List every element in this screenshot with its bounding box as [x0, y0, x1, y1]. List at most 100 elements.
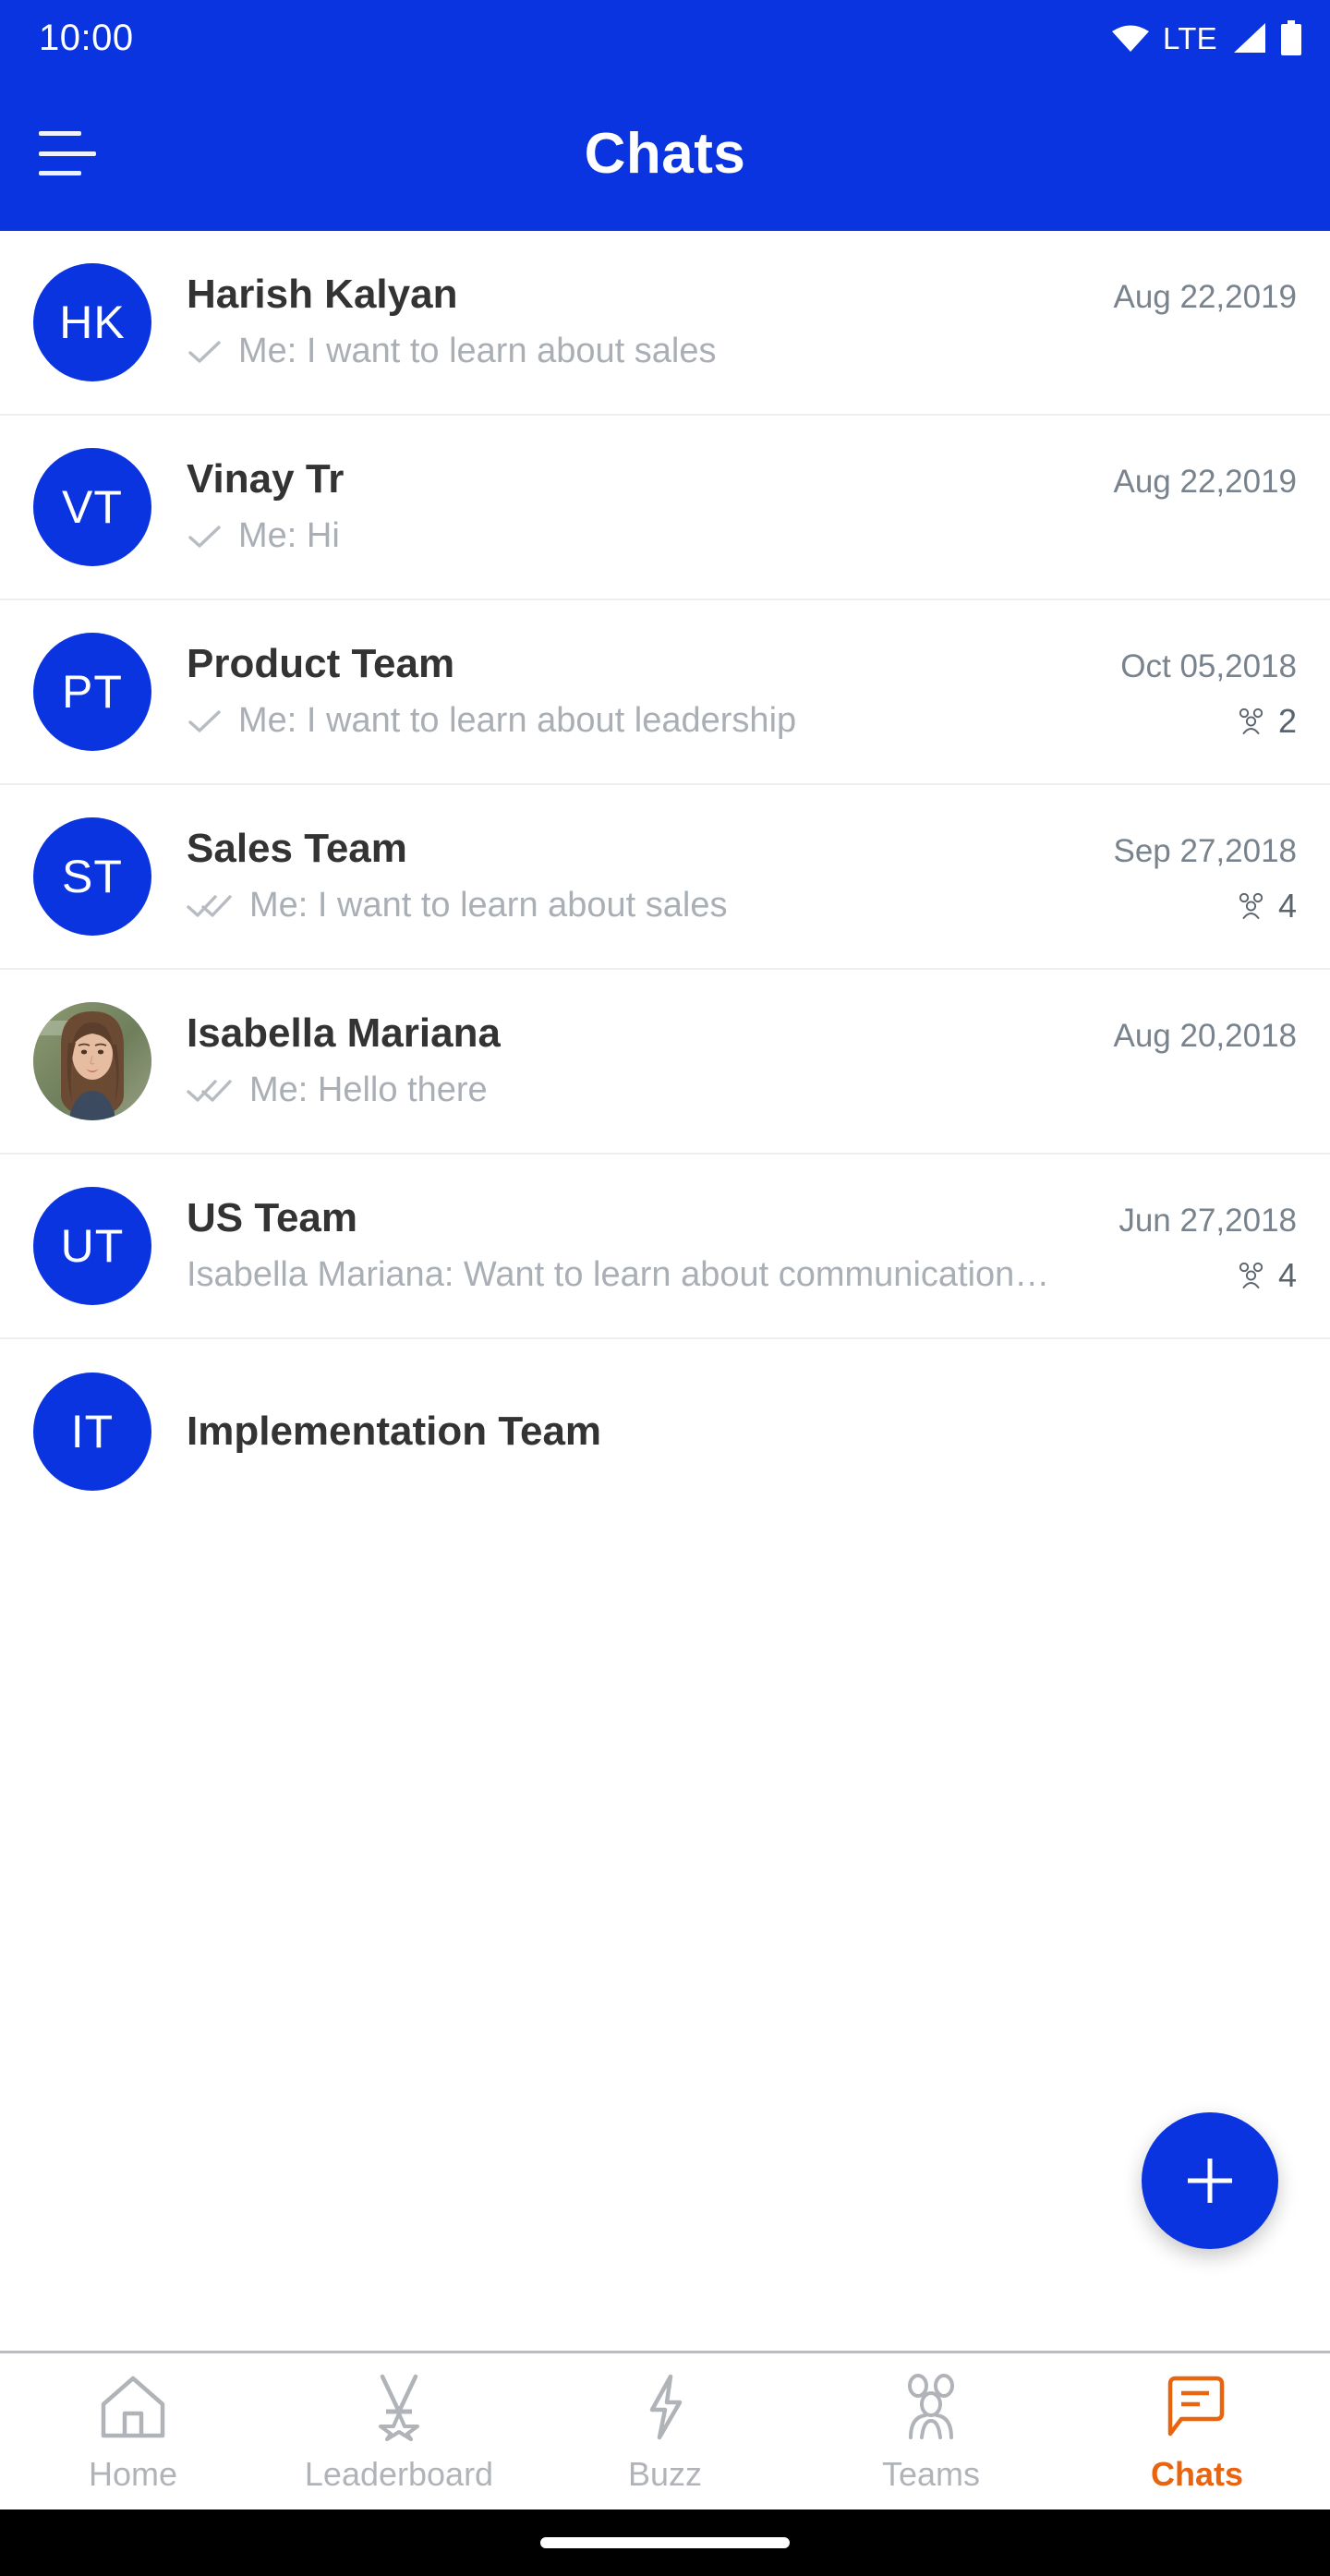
- chat-date: Aug 22,2019: [1113, 464, 1297, 500]
- home-icon: [96, 2373, 170, 2441]
- chat-list-item[interactable]: VT Vinay Tr Aug 22,2019 Me: Hi: [0, 416, 1330, 600]
- medal-icon: [362, 2373, 436, 2441]
- chat-row-bottom: Isabella Mariana: Want to learn about co…: [187, 1256, 1297, 1295]
- chat-bubble-icon: [1161, 2373, 1233, 2441]
- avatar-initials: IT: [70, 1406, 115, 1457]
- nav-label: Teams: [881, 2454, 981, 2493]
- battery-icon: [1280, 20, 1302, 55]
- chat-snippet: Me: Hello there: [249, 1071, 488, 1110]
- chat-row-body: Harish Kalyan Aug 22,2019 Me: I want to …: [187, 273, 1297, 371]
- chat-name: US Team: [187, 1197, 358, 1240]
- chats-screen: 10:00 LTE Chats HK Harish Kalyan Aug 22,…: [0, 0, 1330, 2576]
- avatar: IT: [33, 1373, 151, 1491]
- people-icon: [1236, 707, 1267, 735]
- new-chat-fab-button[interactable]: [1142, 2112, 1278, 2249]
- single-check-icon: [187, 523, 224, 550]
- avatar: [33, 1002, 151, 1120]
- chat-list-item[interactable]: UT US Team Jun 27,2018 Isabella Mariana:…: [0, 1155, 1330, 1339]
- people-icon: [1236, 1262, 1267, 1289]
- double-check-icon: [187, 1077, 235, 1105]
- lightning-icon: [628, 2373, 702, 2441]
- nav-item-home[interactable]: Home: [0, 2353, 266, 2509]
- chat-row-top: Product Team Oct 05,2018: [187, 643, 1297, 685]
- system-home-indicator-area: [0, 2509, 1330, 2576]
- chat-date: Sep 27,2018: [1113, 833, 1297, 869]
- avatar: UT: [33, 1187, 151, 1305]
- status-bar: 10:00 LTE: [0, 0, 1330, 76]
- chat-name: Product Team: [187, 643, 455, 686]
- avatar: VT: [33, 448, 151, 566]
- app-bar: Chats: [0, 76, 1330, 231]
- nav-item-teams[interactable]: Teams: [798, 2353, 1064, 2509]
- chat-date: Aug 22,2019: [1113, 279, 1297, 315]
- chat-row-top: Harish Kalyan Aug 22,2019: [187, 273, 1297, 316]
- single-check-icon: [187, 338, 224, 366]
- member-count-group: 4: [1217, 889, 1297, 923]
- avatar-photo: [33, 1002, 151, 1120]
- chat-row-body: Vinay Tr Aug 22,2019 Me: Hi: [187, 458, 1297, 556]
- chat-row-bottom: Me: Hello there: [187, 1071, 1297, 1110]
- double-check-icon: [187, 892, 235, 920]
- chat-row-top: Isabella Mariana Aug 20,2018: [187, 1012, 1297, 1055]
- chat-snippet: Me: Hi: [238, 517, 340, 556]
- chat-name: Implementation Team: [187, 1409, 602, 1454]
- chat-snippet: Me: I want to learn about sales: [238, 333, 717, 371]
- chat-date: Aug 20,2018: [1113, 1018, 1297, 1054]
- member-count: 2: [1277, 702, 1297, 741]
- nav-item-chats[interactable]: Chats: [1064, 2353, 1330, 2509]
- avatar: ST: [33, 817, 151, 936]
- nav-label: Home: [88, 2454, 178, 2493]
- avatar-initials: UT: [60, 1220, 125, 1272]
- nav-label: Buzz: [627, 2454, 703, 2493]
- chat-row-bottom: Me: I want to learn about sales 4: [187, 887, 1297, 925]
- nav-label: Chats: [1150, 2454, 1244, 2493]
- chat-list-item[interactable]: Isabella Mariana Aug 20,2018 Me: Hello t…: [0, 970, 1330, 1155]
- chat-list: HK Harish Kalyan Aug 22,2019 Me: I want …: [0, 231, 1330, 2351]
- member-count-group: 4: [1217, 1259, 1297, 1292]
- chat-row-body: US Team Jun 27,2018 Isabella Mariana: Wa…: [187, 1197, 1297, 1295]
- chat-row-body: Sales Team Sep 27,2018 Me: I want to lea…: [187, 828, 1297, 925]
- chat-row-bottom: Me: I want to learn about sales: [187, 333, 1297, 371]
- people-icon: [1236, 892, 1267, 920]
- hamburger-menu-icon[interactable]: [39, 126, 96, 181]
- avatar: PT: [33, 633, 151, 751]
- chat-snippet: Me: I want to learn about leadership: [238, 702, 797, 741]
- chat-row-top: Vinay Tr Aug 22,2019: [187, 458, 1297, 501]
- wifi-icon: [1111, 23, 1150, 53]
- chat-row-bottom: Me: Hi: [187, 517, 1297, 556]
- chat-snippet: Isabella Mariana: Want to learn about co…: [187, 1256, 1050, 1295]
- chat-row-bottom: Me: I want to learn about leadership 2: [187, 702, 1297, 741]
- avatar: HK: [33, 263, 151, 381]
- chat-name: Vinay Tr: [187, 458, 345, 502]
- member-count-group: 2: [1217, 705, 1297, 738]
- avatar-initials: PT: [62, 666, 123, 718]
- chat-name: Isabella Mariana: [187, 1012, 501, 1056]
- avatar-initials: ST: [62, 851, 123, 902]
- chat-name: Harish Kalyan: [187, 273, 458, 317]
- chat-date: Jun 27,2018: [1118, 1203, 1297, 1239]
- avatar-initials: HK: [59, 296, 126, 348]
- chat-list-item[interactable]: IT Implementation Team: [0, 1339, 1330, 1524]
- home-indicator[interactable]: [540, 2537, 790, 2548]
- bottom-navigation: Home Leaderboard Buzz Teams Chats: [0, 2351, 1330, 2509]
- nav-item-leaderboard[interactable]: Leaderboard: [266, 2353, 532, 2509]
- chat-row-top: Sales Team Sep 27,2018: [187, 828, 1297, 870]
- member-count: 4: [1277, 887, 1297, 925]
- status-time: 10:00: [39, 18, 134, 58]
- chat-row-body: Product Team Oct 05,2018 Me: I want to l…: [187, 643, 1297, 741]
- chat-row-body: Implementation Team: [187, 1410, 1297, 1453]
- chat-name: Sales Team: [187, 828, 407, 871]
- signal-icon: [1230, 22, 1267, 54]
- chat-list-item[interactable]: PT Product Team Oct 05,2018 Me: I want t…: [0, 600, 1330, 785]
- page-title: Chats: [584, 121, 746, 186]
- chat-row-top: US Team Jun 27,2018: [187, 1197, 1297, 1240]
- member-count: 4: [1277, 1256, 1297, 1295]
- chat-snippet: Me: I want to learn about sales: [249, 887, 728, 925]
- nav-item-buzz[interactable]: Buzz: [532, 2353, 798, 2509]
- chat-list-item[interactable]: HK Harish Kalyan Aug 22,2019 Me: I want …: [0, 231, 1330, 416]
- chat-list-item[interactable]: ST Sales Team Sep 27,2018 Me: I want to …: [0, 785, 1330, 970]
- plus-icon: [1188, 2159, 1232, 2203]
- status-indicators: LTE: [1111, 20, 1302, 55]
- network-type-label: LTE: [1163, 20, 1217, 55]
- avatar-initials: VT: [62, 481, 123, 533]
